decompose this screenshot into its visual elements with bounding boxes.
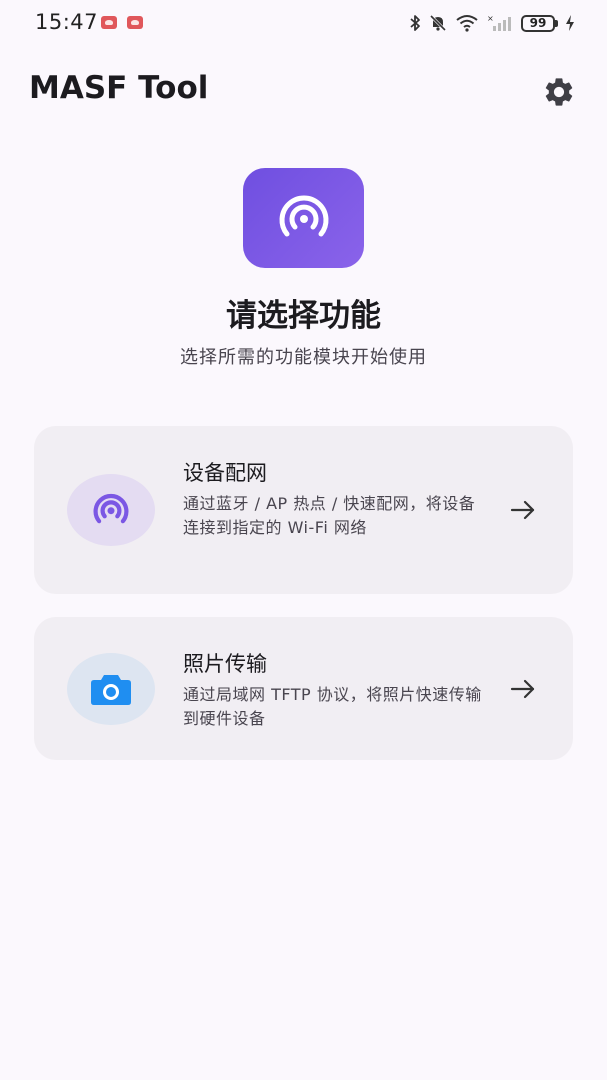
bluetooth-icon [410, 15, 420, 31]
hero-app-icon [243, 168, 364, 268]
notification-app-icon [101, 16, 117, 29]
wireless-signal-icon [93, 493, 129, 524]
bell-off-icon [429, 14, 447, 32]
settings-button[interactable] [540, 73, 578, 111]
card-icon-container [67, 474, 155, 546]
card-description: 通过局域网 TFTP 协议，将照片快速传输到硬件设备 [183, 685, 482, 728]
svg-text:×: × [487, 14, 494, 23]
wifi-icon [456, 15, 478, 32]
gear-icon [545, 78, 573, 106]
device-provisioning-card[interactable]: 设备配网 通过蓝牙 / AP 热点 / 快速配网，将设备连接到指定的 Wi-Fi… [34, 426, 573, 594]
page-subtitle: 选择所需的功能模块开始使用 [180, 347, 427, 368]
arrow-right-icon [508, 674, 538, 704]
app-title: MASF Tool [29, 70, 209, 106]
card-title: 设备配网 [183, 461, 267, 485]
photo-transfer-card[interactable]: 照片传输 通过局域网 TFTP 协议，将照片快速传输到硬件设备 [34, 617, 573, 760]
card-icon-container [67, 653, 155, 725]
status-icons: × 99 [409, 12, 575, 34]
charging-icon [566, 15, 574, 31]
wireless-signal-icon [279, 195, 328, 237]
card-title: 照片传输 [183, 652, 267, 676]
arrow-right-icon [508, 495, 538, 525]
status-time: 15:47 [35, 10, 99, 34]
page-title: 请选择功能 [226, 298, 381, 334]
status-bar: 15:47 × 99 [0, 0, 607, 46]
battery-icon: 99 [521, 14, 558, 32]
camera-icon [91, 675, 131, 705]
notification-app-icon [127, 16, 143, 29]
signal-icon: × [487, 14, 511, 31]
card-description: 通过蓝牙 / AP 热点 / 快速配网，将设备连接到指定的 Wi-Fi 网络 [183, 494, 476, 537]
